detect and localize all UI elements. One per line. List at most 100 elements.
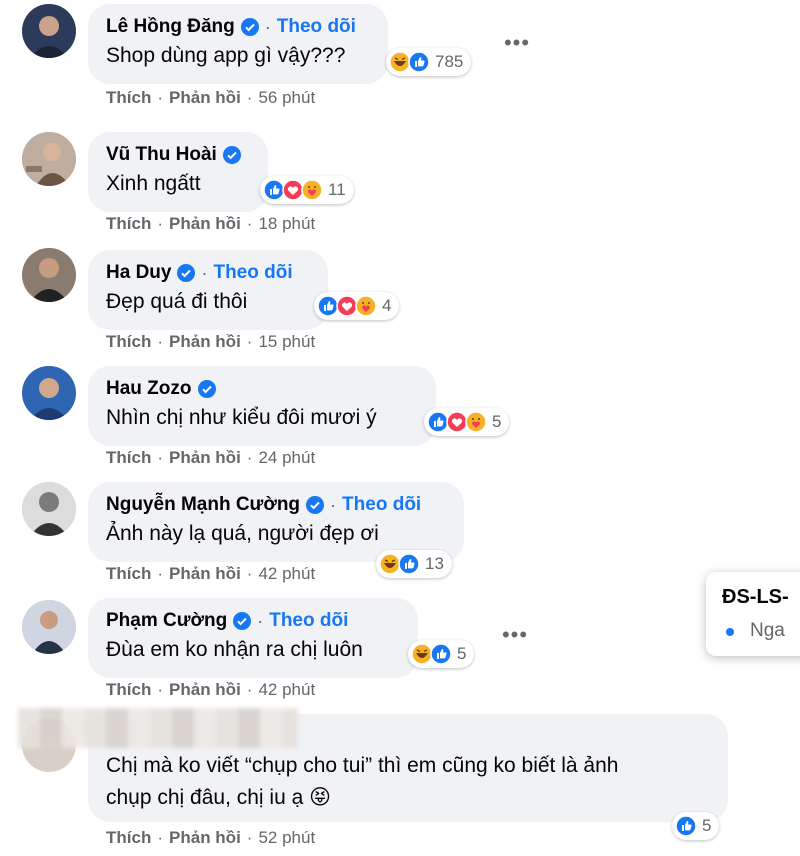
more-options-icon[interactable]: •••	[498, 624, 532, 650]
reply-button[interactable]: Phản hồi	[169, 448, 241, 468]
separator-dot: ·	[246, 214, 253, 233]
timestamp[interactable]: 56 phút	[258, 88, 315, 108]
separator-dot: ·	[157, 332, 164, 351]
like-reaction-icon	[430, 643, 452, 665]
reaction-summary[interactable]: 5	[424, 408, 510, 436]
comment-actions: Thích · Phản hồi · 52 phút	[106, 828, 315, 848]
timestamp[interactable]: 42 phút	[258, 564, 315, 584]
reaction-summary[interactable]: 13	[376, 550, 452, 578]
author-name[interactable]: Ha Duy	[106, 262, 171, 284]
preview-title: ĐS-LS-	[722, 586, 789, 608]
reply-button[interactable]: Phản hồi	[169, 332, 241, 352]
verified-badge-icon	[177, 264, 196, 282]
reply-button[interactable]: Phản hồi	[169, 88, 241, 108]
comment-actions: Thích · Phản hồi · 18 phút	[106, 214, 315, 234]
like-button[interactable]: Thích	[106, 828, 151, 848]
follow-button[interactable]: Theo dõi	[342, 494, 421, 516]
like-button[interactable]: Thích	[106, 680, 151, 700]
like-reaction-icon	[675, 815, 697, 837]
reaction-summary[interactable]: 4	[314, 292, 400, 320]
separator-dot: ·	[246, 564, 253, 583]
author-name[interactable]: Nguyễn Mạnh Cường	[106, 494, 300, 516]
reaction-count: 5	[457, 644, 467, 663]
reaction-summary[interactable]: 11	[260, 176, 354, 204]
reaction-summary[interactable]: 785	[386, 48, 472, 76]
separator-dot: ·	[246, 828, 253, 847]
reaction-count: 5	[492, 412, 502, 431]
comment-text: Nhìn chị như kiểu đôi mươi ý	[106, 406, 377, 429]
care-reaction-icon	[355, 295, 377, 317]
comment-actions: Thích · Phản hồi · 42 phút	[106, 564, 315, 584]
author-name[interactable]: Vũ Thu Hoài	[106, 144, 217, 166]
avatar[interactable]	[22, 4, 76, 58]
separator-dot: ·	[201, 262, 208, 283]
comment-bubble: Hau Zozo Nhìn chị như kiểu đôi mươi ý	[88, 366, 436, 446]
like-button[interactable]: Thích	[106, 564, 151, 584]
blurred-author-name	[18, 708, 298, 748]
avatar[interactable]	[22, 132, 76, 186]
follow-button[interactable]: Theo dõi	[269, 610, 348, 632]
reaction-count: 5	[702, 816, 712, 835]
timestamp[interactable]: 18 phút	[258, 214, 315, 234]
timestamp[interactable]: 15 phút	[258, 332, 315, 352]
care-reaction-icon	[301, 179, 323, 201]
preview-item: Nga	[750, 620, 785, 641]
comment-actions: Thích · Phản hồi · 15 phút	[106, 332, 315, 352]
reply-button[interactable]: Phản hồi	[169, 828, 241, 848]
author-name[interactable]: Phạm Cường	[106, 610, 227, 632]
hover-preview-card[interactable]: ĐS-LS- Nga	[706, 572, 800, 656]
comment-text: Ảnh này lạ quá, người đẹp ơi	[106, 522, 379, 545]
more-options-icon[interactable]: •••	[500, 32, 534, 58]
reaction-count: 13	[425, 554, 444, 573]
avatar[interactable]	[22, 600, 76, 654]
author-name[interactable]: Hau Zozo	[106, 378, 192, 400]
comment-actions: Thích · Phản hồi · 42 phút	[106, 680, 315, 700]
separator-dot: ·	[330, 494, 337, 515]
avatar[interactable]	[22, 366, 76, 420]
reply-button[interactable]: Phản hồi	[169, 214, 241, 234]
separator-dot: ·	[157, 564, 164, 583]
comment-text: Chị mà ko viết “chụp cho tui” thì em cũn…	[106, 754, 619, 777]
like-button[interactable]: Thích	[106, 332, 151, 352]
reaction-summary[interactable]: 5	[672, 812, 720, 840]
separator-dot: ·	[246, 88, 253, 107]
separator-dot: ·	[157, 214, 164, 233]
separator-dot: ·	[246, 680, 253, 699]
timestamp[interactable]: 42 phút	[258, 680, 315, 700]
comment-text: chụp chị đâu, chị iu ạ 😝	[106, 786, 332, 809]
comment-bubble: Phạm Cường · Theo dõi Đùa em ko nhận ra …	[88, 598, 418, 678]
like-button[interactable]: Thích	[106, 214, 151, 234]
comment-text: Shop dùng app gì vậy???	[106, 44, 346, 67]
comment-actions: Thích · Phản hồi · 56 phút	[106, 88, 315, 108]
care-reaction-icon	[465, 411, 487, 433]
verified-badge-icon	[222, 146, 241, 164]
separator-dot: ·	[257, 610, 264, 631]
verified-badge-icon	[306, 496, 325, 514]
status-dot-icon	[726, 628, 734, 636]
comment-bubble: Ha Duy · Theo dõi Đẹp quá đi thôi	[88, 250, 328, 330]
reaction-summary[interactable]: 5	[408, 640, 475, 668]
separator-dot: ·	[157, 828, 164, 847]
follow-button[interactable]: Theo dõi	[213, 262, 292, 284]
separator-dot: ·	[157, 88, 164, 107]
like-button[interactable]: Thích	[106, 448, 151, 468]
timestamp[interactable]: 24 phút	[258, 448, 315, 468]
follow-button[interactable]: Theo dõi	[277, 16, 356, 38]
author-name[interactable]: Lê Hồng Đăng	[106, 16, 235, 38]
like-reaction-icon	[408, 51, 430, 73]
comment-actions: Thích · Phản hồi · 24 phút	[106, 448, 315, 468]
reply-button[interactable]: Phản hồi	[169, 680, 241, 700]
avatar[interactable]	[22, 248, 76, 302]
timestamp[interactable]: 52 phút	[258, 828, 315, 848]
like-reaction-icon	[398, 553, 420, 575]
like-button[interactable]: Thích	[106, 88, 151, 108]
verified-badge-icon	[197, 380, 216, 398]
verified-badge-icon	[240, 18, 259, 36]
separator-dot: ·	[157, 448, 164, 467]
reaction-count: 11	[328, 180, 346, 199]
avatar[interactable]	[22, 482, 76, 536]
reply-button[interactable]: Phản hồi	[169, 564, 241, 584]
comment-bubble: Lê Hồng Đăng · Theo dõi Shop dùng app gì…	[88, 4, 388, 84]
reaction-count: 785	[435, 52, 464, 71]
comment-text: Đùa em ko nhận ra chị luôn	[106, 638, 363, 661]
